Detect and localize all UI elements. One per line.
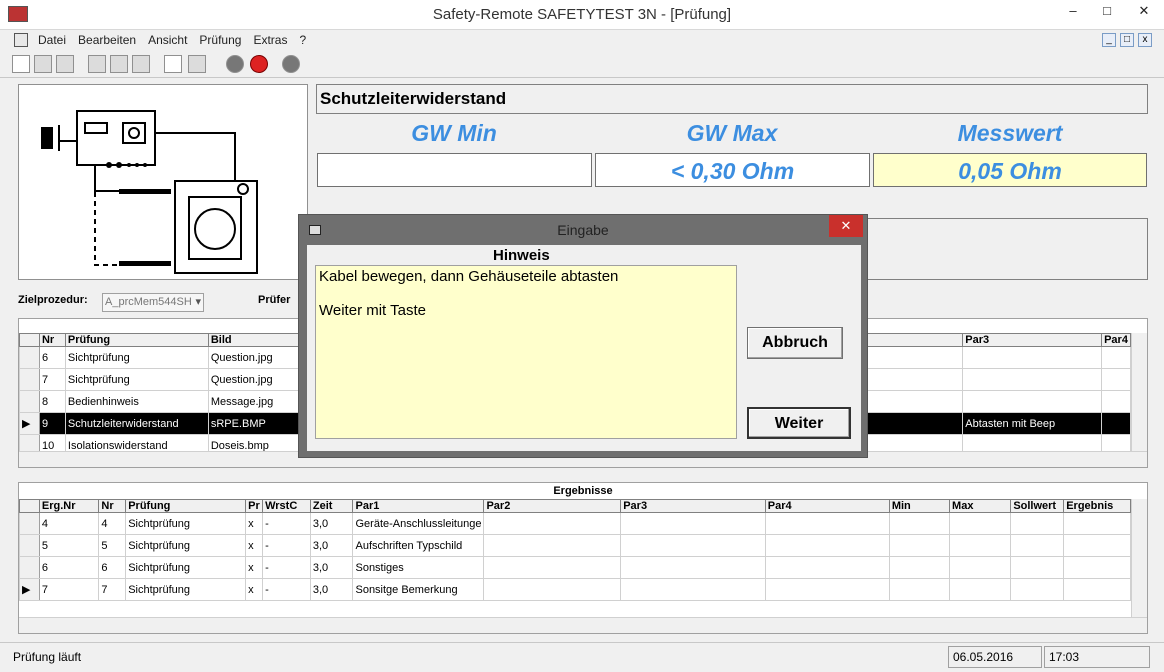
row-pointer-icon: ▶ xyxy=(19,578,40,601)
tool-icon[interactable] xyxy=(88,55,106,73)
messwert-label: Messwert xyxy=(957,120,1063,146)
stop-icon[interactable] xyxy=(250,55,268,73)
input-dialog: Eingabe ✕ Hinweis Kabel bewegen, dann Ge… xyxy=(298,214,868,458)
toolbar xyxy=(0,50,1164,78)
hint-textbox[interactable]: Kabel bewegen, dann Gehäuseteile abtaste… xyxy=(315,265,737,439)
dialog-close-button[interactable]: ✕ xyxy=(829,215,863,237)
mdi-restore-button[interactable]: □ xyxy=(1120,33,1134,47)
col-par3[interactable]: Par3 xyxy=(962,333,1103,347)
steps-vertical-scrollbar[interactable] xyxy=(1131,333,1147,451)
abbruch-button[interactable]: Abbruch xyxy=(747,327,843,359)
dialog-icon xyxy=(309,225,321,235)
mdi-minimize-button[interactable]: _ xyxy=(1102,33,1116,47)
hint-line-1: Kabel bewegen, dann Gehäuseteile abtaste… xyxy=(319,268,619,285)
chevron-down-icon: ▾ xyxy=(195,296,201,308)
edit-icon[interactable] xyxy=(110,55,128,73)
menu-help[interactable]: ? xyxy=(293,30,312,50)
title-bar: Safety-Remote SAFETYTEST 3N - [Prüfung] … xyxy=(0,0,1164,30)
maximize-button[interactable]: □ xyxy=(1090,0,1124,24)
status-time: 17:03 xyxy=(1044,646,1150,668)
filter-icon[interactable] xyxy=(132,55,150,73)
menu-pruefung[interactable]: Prüfung xyxy=(193,30,247,50)
menu-bearbeiten[interactable]: Bearbeiten xyxy=(72,30,142,50)
save-icon[interactable] xyxy=(56,55,74,73)
menu-ansicht[interactable]: Ansicht xyxy=(142,30,193,50)
status-date: 06.05.2016 xyxy=(948,646,1042,668)
row-pointer-icon: ▶ xyxy=(19,412,40,435)
zielprozedur-value: A_prcMem544SH xyxy=(105,296,192,308)
dialog-heading: Hinweis xyxy=(493,247,550,264)
row-indicator-header xyxy=(19,333,40,347)
weiter-button[interactable]: Weiter xyxy=(747,407,851,439)
gw-min-label: GW Min xyxy=(411,120,497,146)
menu-datei[interactable]: Datei xyxy=(32,30,72,50)
print-icon[interactable] xyxy=(188,55,206,73)
open-icon[interactable] xyxy=(34,55,52,73)
doc-icon xyxy=(14,33,28,47)
table-row[interactable]: ▶ 7 7 Sichtprüfung x -3,0 Sonsitge Bemerkung xyxy=(19,578,1131,601)
table-row[interactable]: 5 5 Sichtprüfung x -3,0 Aufschriften Typschil… xyxy=(19,534,1131,557)
menu-extras[interactable]: Extras xyxy=(247,30,293,50)
table-row[interactable]: 6 6 Sichtprüfung x -3,0 Sonstiges xyxy=(19,556,1131,579)
results-vertical-scrollbar[interactable] xyxy=(1131,499,1147,617)
dialog-body: Hinweis Kabel bewegen, dann Gehäuseteile… xyxy=(307,245,861,451)
status-text: Prüfung läuft xyxy=(13,650,82,664)
gw-max-label: GW Max xyxy=(686,120,778,146)
pruefer-label: Prüfer xyxy=(258,294,291,306)
col-bild[interactable]: Bild xyxy=(207,333,299,347)
close-window-button[interactable]: ✕ xyxy=(1124,0,1164,24)
results-horizontal-scrollbar[interactable] xyxy=(19,617,1147,633)
results-grid: Ergebnisse Erg.Nr Nr Prüfung Pr WrstC Ze… xyxy=(18,482,1148,634)
dialog-title: Eingabe xyxy=(299,215,867,243)
gw-min-value xyxy=(317,153,592,187)
mdi-close-button[interactable]: x xyxy=(1138,33,1152,47)
menu-bar: Datei Bearbeiten Ansicht Prüfung Extras? _ □… xyxy=(0,30,1164,50)
test-name: Schutzleiterwiderstand xyxy=(320,89,507,108)
results-header-row: Erg.Nr Nr Prüfung Pr WrstC Zeit Par1 Par… xyxy=(19,499,1131,513)
zielprozedur-label: Zielprozedur: xyxy=(18,294,88,306)
col-pruefung[interactable]: Prüfung xyxy=(64,333,209,347)
col-nr[interactable]: Nr xyxy=(38,333,66,347)
messwert-value: 0,05 Ohm xyxy=(873,153,1147,187)
status-bar: Prüfung läuft 06.05.2016 17:03 xyxy=(0,642,1164,672)
col-par4[interactable]: Par4 xyxy=(1101,333,1131,347)
hint-line-2: Weiter mit Taste xyxy=(319,302,426,319)
record-icon[interactable] xyxy=(226,55,244,73)
window-title: Safety-Remote SAFETYTEST 3N - [Prüfung] xyxy=(432,6,732,23)
table-row[interactable]: 4 4 Sichtprüfung x -3,0 Geräte-Anschlussleitu… xyxy=(19,512,1131,535)
gw-max-value: < 0,30 Ohm xyxy=(595,153,870,187)
test-image xyxy=(18,84,308,280)
results-title: Ergebnisse xyxy=(553,485,613,497)
pause-icon[interactable] xyxy=(282,55,300,73)
new-doc-icon[interactable] xyxy=(12,55,30,73)
results-table: Erg.Nr Nr Prüfung Pr WrstC Zeit Par1 Par… xyxy=(19,499,1131,601)
preview-icon[interactable] xyxy=(164,55,182,73)
protective-conductor-diagram xyxy=(41,110,258,274)
test-name-box: Schutzleiterwiderstand xyxy=(316,84,1148,114)
minimize-button[interactable]: – xyxy=(1056,0,1090,24)
zielprozedur-select[interactable]: A_prcMem544SH ▾ xyxy=(102,293,204,312)
